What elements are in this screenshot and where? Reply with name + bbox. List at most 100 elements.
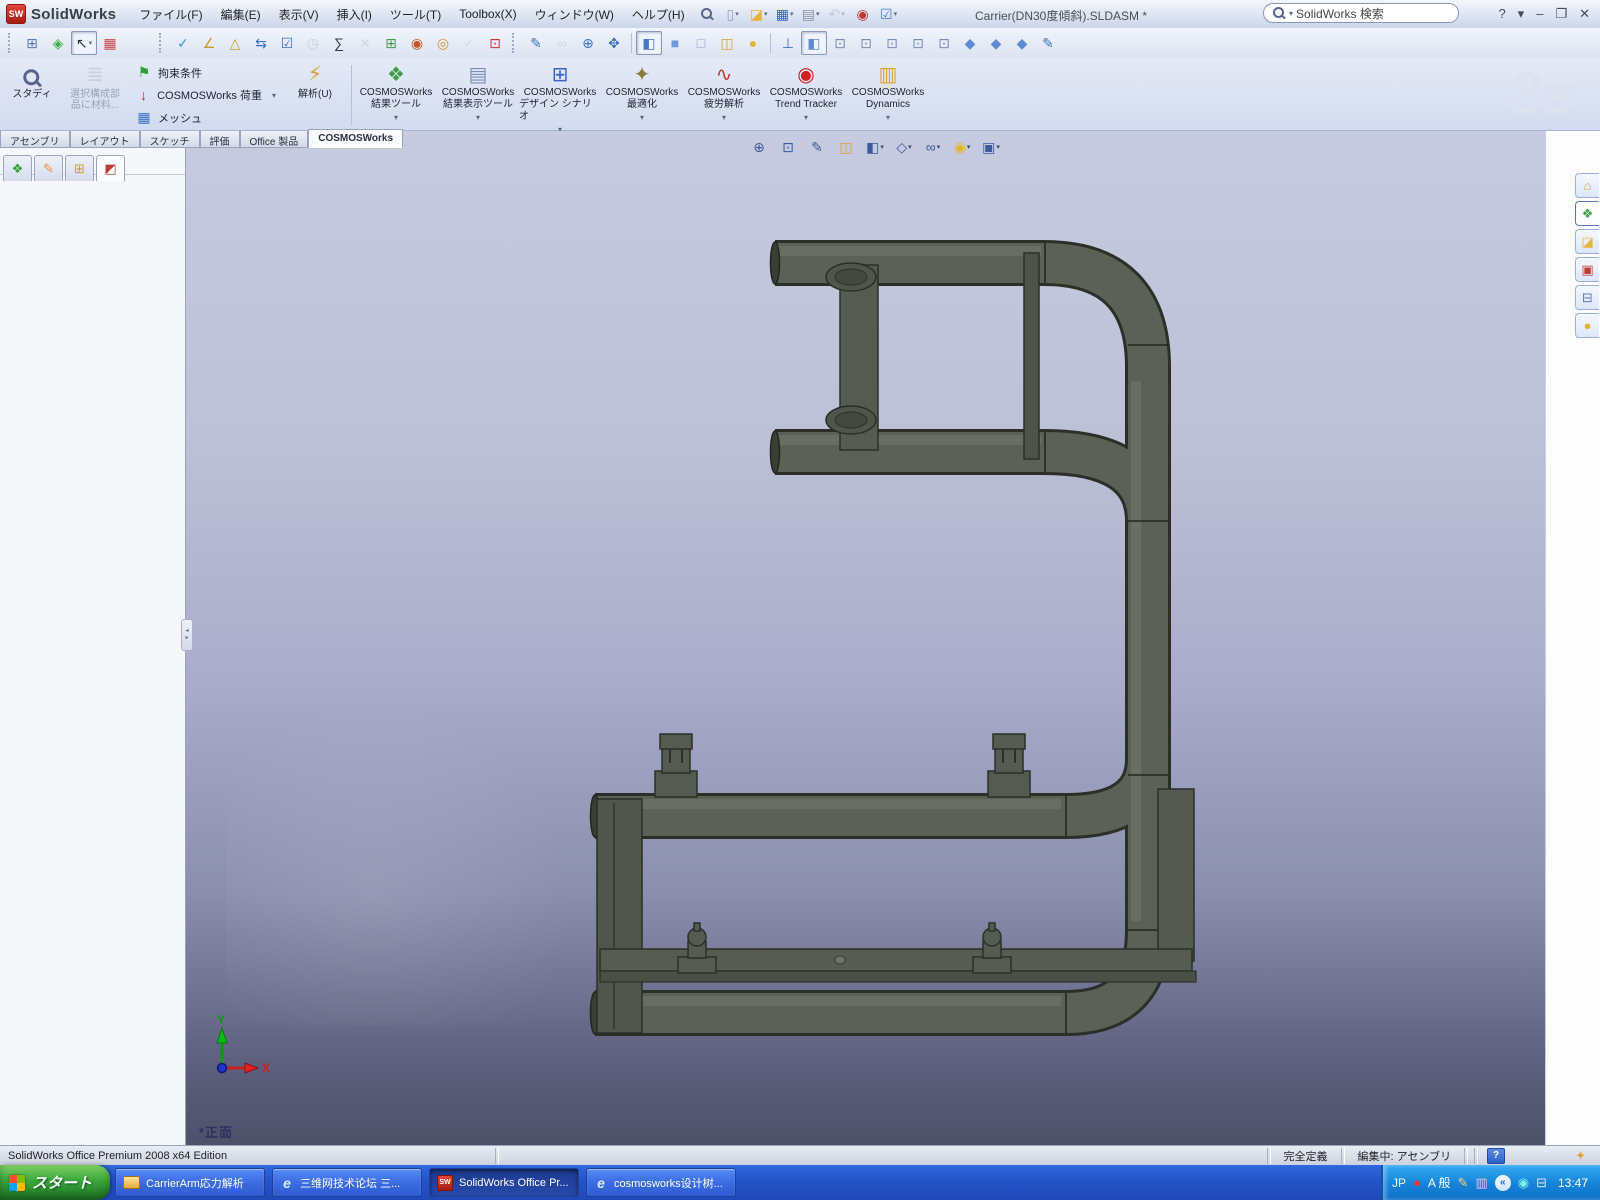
tab-office[interactable]: Office 製品	[239, 131, 309, 148]
shaded[interactable]: ■	[662, 31, 688, 55]
menu-item[interactable]: ヘルプ(H)	[623, 2, 694, 27]
design-library[interactable]: ❖	[1575, 201, 1599, 226]
study-button[interactable]: スタディ	[4, 61, 60, 129]
restraints[interactable]: ⚑ 拘束条件	[136, 64, 276, 81]
help-button[interactable]: ?	[1498, 4, 1505, 24]
tag-icon[interactable]: ✦	[1575, 1148, 1586, 1164]
deviation-analysis[interactable]: ✕	[352, 31, 378, 55]
new-document[interactable]: ▯	[720, 2, 746, 26]
design-checker[interactable]: ☑	[274, 31, 300, 55]
minimize-button[interactable]: –	[1536, 4, 1543, 24]
view-right[interactable]: ⊡	[905, 31, 931, 55]
link-views[interactable]: ∞	[549, 31, 575, 55]
hide-show-items[interactable]: ∞	[920, 136, 946, 158]
trend-tracker[interactable]: ◉ COSMOSWorks Trend Tracker	[765, 61, 847, 129]
large-clamp-left[interactable]	[654, 733, 698, 798]
section-view[interactable]: ◫	[833, 136, 859, 158]
menu-search-icon[interactable]	[700, 7, 714, 21]
mass-properties[interactable]: △	[222, 31, 248, 55]
color-swatches[interactable]: ▦	[97, 31, 123, 55]
lower-left-bar[interactable]	[596, 798, 643, 1034]
toolbar-grip[interactable]	[8, 33, 15, 53]
menu-item[interactable]: ファイル(F)	[130, 2, 211, 27]
realview[interactable]: ●	[740, 31, 766, 55]
split-window[interactable]: ⊞	[19, 31, 45, 55]
assembly-visualization[interactable]: ◈	[45, 31, 71, 55]
language-indicator[interactable]: JP	[1392, 1176, 1406, 1190]
menu-item[interactable]: 表示(V)	[270, 2, 328, 27]
zoom-to-fit[interactable]: ⊕	[746, 136, 772, 158]
task-ie-forum[interactable]: e 三维网技术论坛 三...	[272, 1168, 423, 1197]
section-view[interactable]: ◫	[714, 31, 740, 55]
tab-layout[interactable]: レイアウト	[69, 131, 140, 148]
view-single[interactable]: ◆	[1009, 31, 1035, 55]
menu-item[interactable]: Toolbox(X)	[450, 3, 525, 25]
apply-material-button[interactable]: ≣ 選択構成部品に材料...	[60, 61, 130, 129]
view-selector[interactable]: ✎	[1035, 31, 1061, 55]
shaded-with-edges[interactable]: ◧	[636, 31, 662, 55]
select-arrow[interactable]: ↖	[71, 31, 97, 55]
hidden-lines-removed[interactable]: □	[688, 31, 714, 55]
photoworks-options[interactable]: ◎	[430, 31, 456, 55]
model-canvas[interactable]: Y X	[186, 131, 1545, 1145]
view-back[interactable]: ⊡	[853, 31, 879, 55]
cosmosworks-manager-tab[interactable]: ◩	[96, 155, 125, 181]
rebuild-traffic-light[interactable]: ◉	[850, 2, 876, 26]
tab-assembly[interactable]: アセンブリ	[0, 131, 70, 148]
results-tools[interactable]: ❖ COSMOSWorks 結果ツール	[355, 61, 437, 129]
bom-table[interactable]: ⊞	[378, 31, 404, 55]
options[interactable]: ☑	[876, 2, 902, 26]
restore-button[interactable]: ❐	[1555, 4, 1567, 24]
lower-right-bar[interactable]	[1157, 788, 1195, 962]
normal-to[interactable]: ⊥	[775, 31, 801, 55]
equations[interactable]: ∑	[326, 31, 352, 55]
hide-icons-chevron[interactable]: «	[1494, 1174, 1511, 1191]
view-trimetric[interactable]: ◆	[983, 31, 1009, 55]
move-component[interactable]: ⇆	[248, 31, 274, 55]
ime-ball-icon[interactable]: ●	[1413, 1176, 1421, 1189]
view-dimetric[interactable]: ◆	[957, 31, 983, 55]
view-left[interactable]: ⊡	[879, 31, 905, 55]
start-button[interactable]: スタート	[0, 1165, 111, 1200]
toolbar-grip[interactable]	[159, 33, 166, 53]
small-clamp-right[interactable]	[972, 922, 1012, 974]
print[interactable]: ▤	[798, 2, 824, 26]
view-orientation[interactable]: ◧	[862, 136, 888, 158]
upper-connector-plate[interactable]	[825, 262, 879, 451]
redraw[interactable]: ✎	[523, 31, 549, 55]
toolbar-grip[interactable]	[512, 33, 519, 53]
render-last[interactable]: ✓	[456, 31, 482, 55]
fatigue[interactable]: ∿ COSMOSWorks 疲労解析	[683, 61, 765, 129]
run-analysis-button[interactable]: ⚡ 解析(U)	[282, 61, 348, 129]
undo[interactable]: ↶	[824, 2, 850, 26]
input-pad-icon[interactable]: ✎	[1458, 1176, 1469, 1189]
design-scenario[interactable]: ⊞ COSMOSWorks デザイン シナリオ	[519, 61, 601, 129]
dynamics[interactable]: ▥ COSMOSWorks Dynamics	[847, 61, 929, 129]
feature-manager-tab[interactable]: ❖	[3, 155, 32, 181]
task-carrierarm-folder[interactable]: CarrierArm応力解析	[115, 1168, 266, 1197]
solidworks-toolbox[interactable]: ▣	[1575, 257, 1599, 282]
view-isometric[interactable]: ◧	[801, 31, 827, 55]
property-manager-tab[interactable]: ✎	[34, 155, 63, 181]
menu-item[interactable]: ウィンドウ(W)	[526, 2, 623, 27]
view-top[interactable]: ⊡	[931, 31, 957, 55]
loads[interactable]: ↓ COSMOSWorks 荷重	[136, 87, 276, 103]
configuration-manager-tab[interactable]: ⊞	[65, 155, 94, 181]
graphics-viewport[interactable]: ⊕⊡✎◫◧◇∞◉▣	[186, 131, 1545, 1145]
help-caret[interactable]: ▾	[1518, 4, 1525, 24]
previous-view[interactable]: ✎	[804, 136, 830, 158]
view-palette[interactable]: ⊟	[1575, 285, 1599, 310]
zoom-in-out[interactable]: ⊕	[575, 31, 601, 55]
tab-evaluate[interactable]: 評価	[199, 131, 240, 148]
apply-scene[interactable]: ▣	[978, 136, 1004, 158]
panel-splitter-handle[interactable]: ◂ ▸	[181, 619, 193, 651]
mesh[interactable]: ▦ メッシュ	[136, 109, 276, 126]
view-front[interactable]: ⊡	[827, 31, 853, 55]
spell-check[interactable]: ✓	[170, 31, 196, 55]
task-solidworks[interactable]: SW SolidWorks Office Pr...	[429, 1168, 580, 1197]
save[interactable]: ▦	[772, 2, 798, 26]
pan[interactable]: ✥	[601, 31, 627, 55]
task-ie-cosmosworks[interactable]: e cosmosworks设计树...	[586, 1168, 737, 1197]
tab-cosmosworks[interactable]: COSMOSWorks	[308, 129, 404, 148]
close-button[interactable]: ✕	[1579, 4, 1590, 24]
